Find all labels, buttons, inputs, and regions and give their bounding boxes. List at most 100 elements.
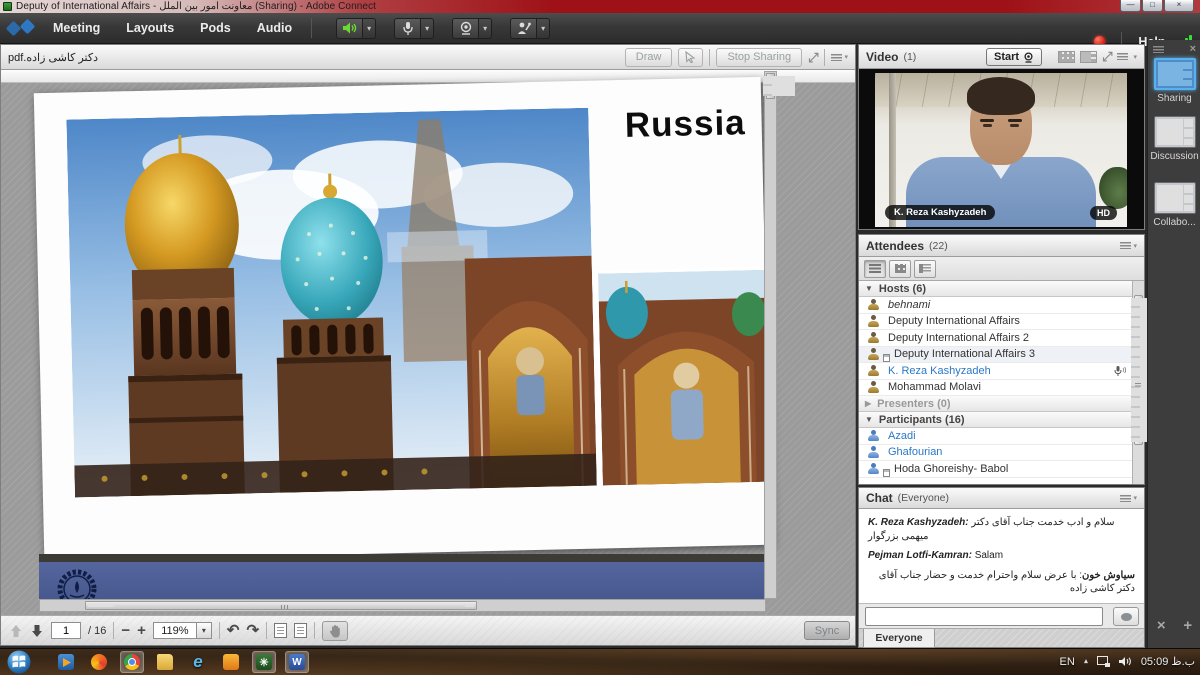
menu-meeting[interactable]: Meeting	[40, 13, 113, 44]
attendee-row[interactable]: Mohammad Molavi	[859, 380, 1144, 397]
share-toolbar: Draw Stop Sharing ⤢ ▾	[625, 48, 848, 67]
list-view-button[interactable]	[864, 260, 886, 278]
video-feed-area: K. Reza Kashyzadeh HD	[859, 69, 1144, 229]
grid-view-button[interactable]	[889, 260, 911, 278]
tab-everyone[interactable]: Everyone	[863, 629, 935, 648]
chevron-down-icon[interactable]: ▾	[197, 622, 212, 639]
share-pod-menu[interactable]: ▾	[831, 53, 848, 61]
chat-input[interactable]	[865, 607, 1103, 626]
presenters-section-header[interactable]: ▶ Presenters (0)	[859, 396, 1144, 412]
attendee-row[interactable]: Hoda Ghoreishy- Babol	[859, 461, 1144, 478]
video-header-icons: ⤢ ▾	[1058, 50, 1137, 63]
hand-tool-button[interactable]	[322, 621, 348, 641]
draw-button[interactable]: Draw	[625, 48, 673, 67]
zoom-out-icon[interactable]: −	[121, 623, 130, 638]
pointer-tool-button[interactable]	[678, 48, 703, 67]
volume-icon[interactable]	[1119, 656, 1132, 667]
attendee-row[interactable]: Deputy International Affairs 3	[859, 347, 1144, 364]
attendee-row[interactable]: Azadi	[859, 428, 1144, 445]
menu-audio[interactable]: Audio	[244, 13, 305, 44]
horizontal-scrollbar-thumb[interactable]	[85, 601, 477, 610]
filmstrip-view-icon[interactable]	[1058, 51, 1075, 63]
media-player-icon[interactable]	[54, 651, 78, 673]
previous-page-button[interactable]	[9, 624, 23, 638]
slide-title: Russia	[624, 103, 746, 146]
rotate-right-icon[interactable]: ↷	[246, 623, 259, 638]
close-icon[interactable]: ×	[1190, 43, 1196, 55]
raise-hand-icon[interactable]	[510, 18, 537, 39]
microphone-icon[interactable]	[394, 18, 421, 39]
share-pod-header: دکتر کاشی زاده.pdf Draw Stop Sharing ⤢ ▾	[1, 45, 855, 70]
layout-discussion[interactable]: Discussion	[1148, 116, 1200, 162]
attendees-pod-header: Attendees (22) ▾	[859, 235, 1144, 257]
microphone-dropdown[interactable]: ▾	[421, 18, 434, 39]
page-number-input[interactable]	[51, 622, 81, 639]
video-plant	[1099, 167, 1127, 209]
attendees-pod-menu[interactable]: ▾	[1120, 242, 1137, 250]
speaker-dropdown[interactable]: ▾	[363, 18, 376, 39]
pod-menu-icon[interactable]	[1117, 53, 1128, 60]
attendee-row[interactable]: behnami	[859, 297, 1144, 314]
zoom-in-icon[interactable]: +	[137, 623, 146, 638]
maximize-button[interactable]: □	[1142, 0, 1163, 12]
zoom-select[interactable]: 119% ▾	[153, 622, 212, 639]
video-name-tag: K. Reza Kashyzadeh	[885, 205, 995, 220]
video-count: (1)	[903, 51, 916, 63]
attendee-row[interactable]: K. Reza Kashyzadeh	[859, 363, 1144, 380]
chevron-down-icon: ▾	[1133, 494, 1137, 502]
hidden-icons-chevron-icon[interactable]: ▾	[1084, 657, 1088, 666]
menu-pods[interactable]: Pods	[187, 13, 244, 44]
vertical-scrollbar[interactable]	[764, 71, 777, 599]
attendees-scrollbar[interactable]	[1132, 281, 1144, 484]
pod-menu-icon	[1120, 242, 1131, 249]
layout-collaboration[interactable]: Collabo...	[1148, 182, 1200, 228]
network-icon[interactable]	[1097, 656, 1110, 667]
attendees-scrollbar-thumb[interactable]	[1134, 295, 1143, 445]
fullscreen-icon[interactable]: ⤢	[1102, 50, 1112, 63]
hosts-section-header[interactable]: ▼ Hosts (6)	[859, 281, 1144, 297]
rotate-left-icon[interactable]: ↶	[227, 623, 240, 638]
next-page-button[interactable]	[30, 624, 44, 638]
layout-sharing[interactable]: Sharing	[1148, 58, 1200, 104]
chevron-down-icon: ▾	[1133, 53, 1137, 61]
fit-width-icon[interactable]	[294, 623, 307, 638]
stop-sharing-button[interactable]: Stop Sharing	[716, 48, 802, 67]
host-icon	[867, 299, 880, 311]
grid-view-icon[interactable]	[1080, 51, 1097, 63]
security-app-icon[interactable]	[219, 651, 243, 673]
fullscreen-icon[interactable]: ⤢	[808, 51, 818, 64]
layout-menu-icon[interactable]	[1153, 46, 1164, 53]
vertical-scrollbar-thumb[interactable]	[766, 73, 775, 99]
file-explorer-icon[interactable]	[153, 651, 177, 673]
chrome-icon[interactable]	[120, 651, 144, 673]
chat-pod-menu[interactable]: ▾	[1120, 494, 1137, 502]
webcam-dropdown[interactable]: ▾	[479, 18, 492, 39]
minimize-button[interactable]: —	[1120, 0, 1141, 12]
word-icon[interactable]: W	[285, 651, 309, 673]
status-dropdown[interactable]: ▾	[537, 18, 550, 39]
share-pod: دکتر کاشی زاده.pdf Draw Stop Sharing ⤢ ▾	[0, 44, 856, 646]
clock[interactable]: 05:09 ب.ظ	[1141, 655, 1195, 668]
start-button[interactable]	[4, 649, 34, 675]
close-button[interactable]: ×	[1164, 0, 1194, 12]
language-indicator[interactable]: EN	[1060, 656, 1075, 668]
add-layout-icon[interactable]: +	[1183, 617, 1192, 634]
attendee-name: Azadi	[888, 430, 916, 442]
sync-button[interactable]: Sync	[804, 621, 850, 640]
delete-layout-icon[interactable]: ×	[1157, 617, 1166, 634]
firefox-icon[interactable]	[87, 651, 111, 673]
attendee-row[interactable]: Ghafourian	[859, 445, 1144, 462]
fit-page-icon[interactable]	[274, 623, 287, 638]
send-message-button[interactable]	[1113, 607, 1139, 626]
participants-section-header[interactable]: ▼ Participants (16)	[859, 412, 1144, 428]
adobe-connect-taskbar-icon[interactable]: ✳	[252, 651, 276, 673]
status-view-button[interactable]	[914, 260, 936, 278]
internet-explorer-icon[interactable]: e	[186, 651, 210, 673]
speaker-icon[interactable]	[336, 18, 363, 39]
horizontal-scrollbar[interactable]	[39, 599, 766, 612]
webcam-icon[interactable]	[452, 18, 479, 39]
start-webcam-button[interactable]: Start	[986, 48, 1042, 66]
attendee-row[interactable]: Deputy International Affairs 2	[859, 330, 1144, 347]
menu-layouts[interactable]: Layouts	[113, 13, 187, 44]
attendee-row[interactable]: Deputy International Affairs	[859, 314, 1144, 331]
